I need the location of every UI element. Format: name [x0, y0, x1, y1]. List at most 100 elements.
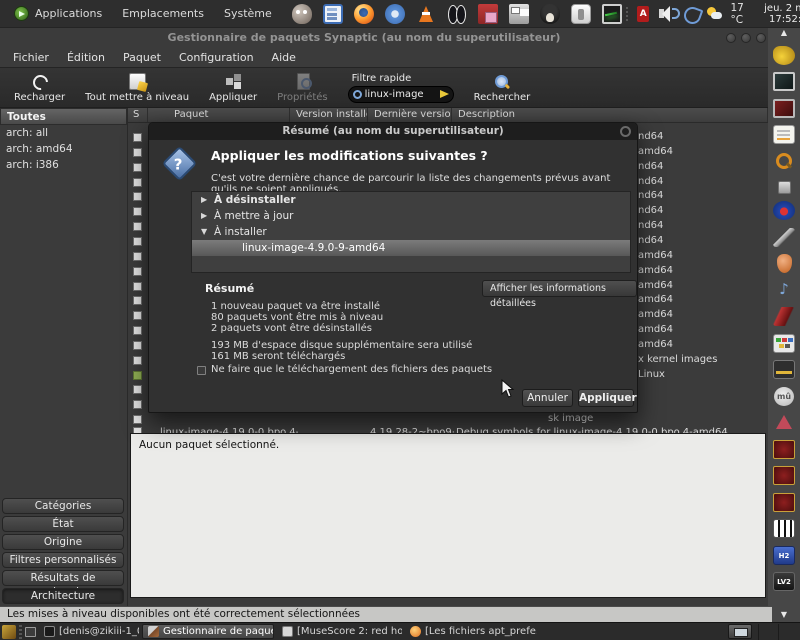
chevron-right-icon[interactable]: ▶: [201, 195, 207, 204]
chevron-right-icon[interactable]: ▶: [201, 211, 207, 220]
menu-aide[interactable]: Aide: [263, 49, 305, 66]
mini-window-icon[interactable]: [25, 627, 36, 637]
search-button[interactable]: Rechercher: [464, 69, 541, 107]
droplet-icon[interactable]: [777, 254, 792, 273]
pen-icon[interactable]: [773, 228, 795, 247]
taskbar-launcher-icon[interactable]: [2, 625, 16, 639]
task-musescore[interactable]: [MuseScore 2: red hou...: [277, 624, 402, 639]
apply-changes-button[interactable]: Appliquer: [578, 389, 634, 407]
show-details-button[interactable]: Afficher les informations détaillées: [482, 280, 637, 297]
clear-filter-icon[interactable]: [440, 90, 449, 98]
menu-configuration[interactable]: Configuration: [170, 49, 263, 66]
table-row[interactable]: sk image: [128, 413, 768, 427]
package-checkbox[interactable]: [133, 400, 142, 409]
task-firefox[interactable]: [Les fichiers apt_prefe...: [405, 624, 537, 639]
guitar-icon[interactable]: [773, 307, 795, 326]
package-checkbox[interactable]: [133, 326, 142, 335]
categories-button[interactable]: Catégories: [2, 498, 124, 514]
headphones-icon[interactable]: [773, 201, 795, 220]
audio-player-icon[interactable]: [447, 4, 467, 24]
menu-paquet[interactable]: Paquet: [114, 49, 170, 66]
tree-item-selected-package[interactable]: linux-image-4.9.0-9-amd64: [192, 240, 630, 256]
chevron-down-icon[interactable]: ▼: [201, 227, 207, 236]
column-description[interactable]: Description: [452, 108, 768, 122]
dialog-titlebar[interactable]: Résumé (au nom du superutilisateur): [149, 123, 637, 140]
custom-filters-button[interactable]: Filtres personnalisés: [2, 552, 124, 568]
search-tool-icon[interactable]: [773, 152, 795, 171]
package-checkbox[interactable]: [133, 296, 142, 305]
column-version-installee[interactable]: Version installée: [290, 108, 368, 122]
hydrogen-icon[interactable]: H2: [773, 546, 795, 565]
package-checkbox[interactable]: [133, 222, 142, 231]
reload-button[interactable]: Recharger: [4, 69, 75, 107]
volume-icon[interactable]: [658, 5, 673, 23]
system-menu[interactable]: Système: [216, 2, 280, 26]
redbox-joystick-icon[interactable]: [773, 466, 795, 485]
origin-button[interactable]: Origine: [2, 534, 124, 550]
ardour-icon[interactable]: [773, 413, 795, 432]
window-titlebar[interactable]: Gestionnaire de paquets Synaptic (au nom…: [0, 28, 768, 48]
package-checkbox[interactable]: [133, 237, 142, 246]
maximize-button[interactable]: [741, 33, 751, 43]
column-paquet[interactable]: Paquet: [148, 108, 290, 122]
lv2-icon[interactable]: LV2: [773, 572, 795, 591]
vlc-icon[interactable]: [416, 4, 436, 24]
redbox-instruments-icon[interactable]: [773, 440, 795, 459]
weather-icon[interactable]: [706, 5, 721, 23]
mixer-dark-icon[interactable]: [773, 360, 795, 379]
red-terminal-icon[interactable]: [773, 99, 795, 118]
state-button[interactable]: État: [2, 516, 124, 532]
dock-scroll-up-icon[interactable]: ▲: [781, 28, 787, 38]
quick-filter-box[interactable]: [348, 86, 454, 103]
gimp-icon[interactable]: [292, 4, 312, 24]
package-checkbox[interactable]: [133, 133, 142, 142]
menu-fichier[interactable]: Fichier: [4, 49, 58, 66]
sidebar-item-arch-amd64[interactable]: arch: amd64: [0, 141, 127, 157]
close-button[interactable]: [756, 33, 766, 43]
applications-menu[interactable]: Applications: [6, 2, 110, 26]
download-only-checkbox[interactable]: [197, 366, 206, 375]
sidebar-item-toutes[interactable]: Toutes: [0, 108, 127, 125]
clock[interactable]: jeu. 2 mai17:52:15: [764, 3, 800, 25]
clipboard-icon[interactable]: [778, 181, 791, 194]
screen-capture-icon[interactable]: [773, 72, 795, 91]
search-results-button[interactable]: Résultats de recherche: [2, 570, 124, 586]
places-menu[interactable]: Emplacements: [114, 2, 212, 26]
fax-device-icon[interactable]: [509, 4, 529, 24]
sidebar-item-arch-all[interactable]: arch: all: [0, 125, 127, 141]
architecture-button[interactable]: Architecture: [2, 588, 124, 604]
package-checkbox[interactable]: [133, 178, 142, 187]
package-checkbox[interactable]: [133, 356, 142, 365]
package-checkbox[interactable]: [133, 415, 142, 424]
tux-guitar-icon[interactable]: [540, 4, 560, 24]
task-synaptic[interactable]: Gestionnaire de paque...: [142, 624, 274, 639]
package-checkbox[interactable]: [133, 163, 142, 172]
music-note-icon[interactable]: ♪: [773, 281, 795, 300]
redbox-network-icon[interactable]: [773, 493, 795, 512]
mouse-tool-icon[interactable]: [682, 5, 697, 23]
dock-scroll-down-icon[interactable]: ▼: [781, 610, 787, 620]
package-checkbox[interactable]: [133, 341, 142, 350]
phone-icon[interactable]: [571, 4, 591, 24]
tree-item-desinstaller[interactable]: ▶ À désinstaller: [192, 192, 630, 208]
tree-item-installer[interactable]: ▼ À installer: [192, 224, 630, 240]
package-checkbox[interactable]: [133, 267, 142, 276]
cancel-button[interactable]: Annuler: [522, 389, 573, 407]
upgrade-all-button[interactable]: Tout mettre à niveau: [75, 69, 199, 107]
notes-icon[interactable]: [773, 125, 795, 144]
package-checkbox[interactable]: [133, 371, 142, 380]
apply-button[interactable]: Appliquer: [199, 69, 267, 107]
package-checkbox[interactable]: [133, 311, 142, 320]
package-checkbox[interactable]: [133, 148, 142, 157]
chromium-icon[interactable]: [385, 4, 405, 24]
sidebar-item-arch-i386[interactable]: arch: i386: [0, 157, 127, 173]
pdf-icon[interactable]: A: [637, 6, 649, 22]
tree-item-mettre-a-jour[interactable]: ▶ À mettre à jour: [192, 208, 630, 224]
package-installer-icon[interactable]: [478, 4, 498, 24]
changes-tree[interactable]: ▶ À désinstaller ▶ À mettre à jour ▼ À i…: [191, 191, 631, 273]
column-derniere-version[interactable]: Dernière version: [368, 108, 452, 122]
package-checkbox[interactable]: [133, 282, 142, 291]
show-desktop-button[interactable]: [728, 624, 752, 639]
musescore-icon[interactable]: mû: [774, 387, 794, 406]
system-monitor-icon[interactable]: [602, 4, 622, 24]
